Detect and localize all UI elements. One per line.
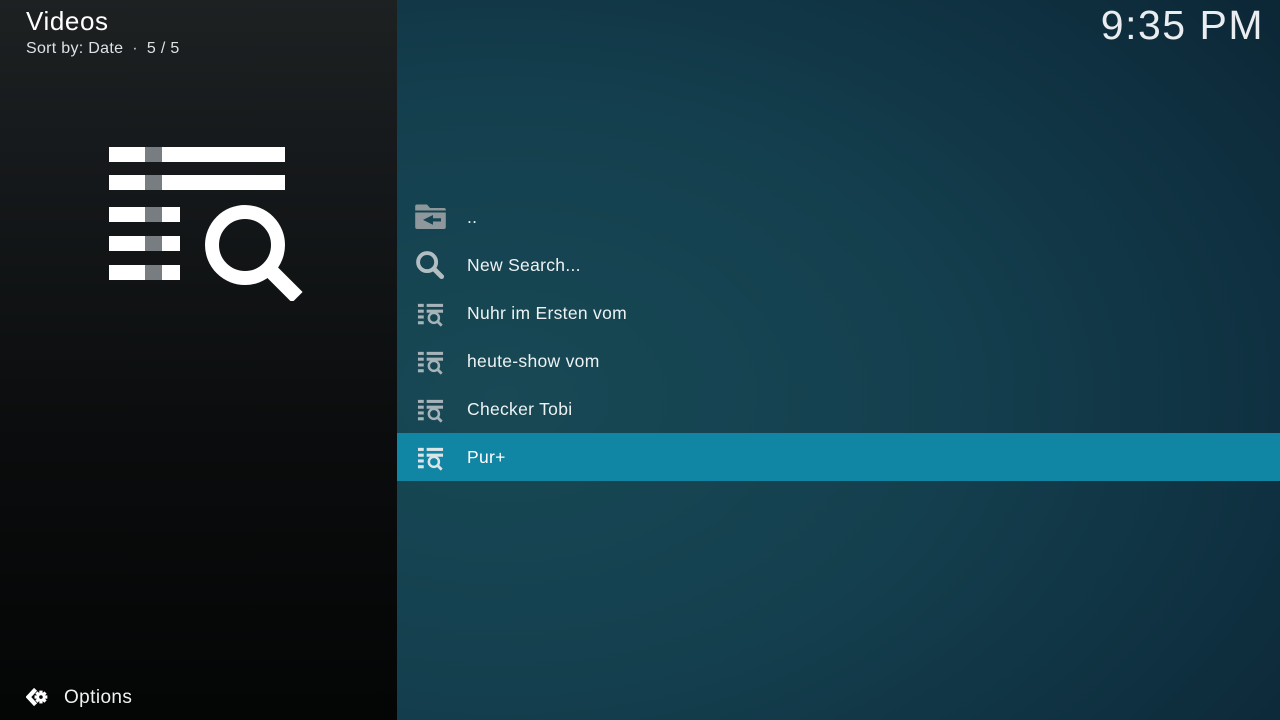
list-item-label: Nuhr im Ersten vom	[467, 303, 627, 324]
search-history-icon	[414, 393, 446, 425]
page-title: Videos	[26, 6, 180, 37]
clock: 9:35 PM	[1101, 2, 1264, 49]
list-item-parent-folder[interactable]: ..	[397, 193, 1280, 241]
folder-back-icon	[414, 201, 446, 233]
list-item-saved-search[interactable]: heute-show vom	[397, 337, 1280, 385]
options-label: Options	[64, 687, 132, 709]
file-list: .. New Search...	[397, 193, 1280, 481]
list-item-label: Checker Tobi	[467, 399, 572, 420]
list-item-label: New Search...	[467, 255, 581, 276]
item-count: 5 / 5	[147, 40, 180, 57]
search-icon	[414, 249, 446, 281]
list-search-artwork-icon	[108, 145, 304, 306]
content-panel: 9:35 PM .. New Search..	[397, 0, 1280, 720]
list-item-label: heute-show vom	[467, 351, 600, 372]
list-item-saved-search[interactable]: Checker Tobi	[397, 385, 1280, 433]
sidebar-panel: Videos Sort by: Date · 5 / 5	[0, 0, 397, 720]
page-header: Videos Sort by: Date · 5 / 5	[26, 6, 180, 58]
separator-dot: ·	[132, 40, 138, 57]
list-item-new-search[interactable]: New Search...	[397, 241, 1280, 289]
list-item-saved-search[interactable]: Pur+	[397, 433, 1280, 481]
list-item-label: Pur+	[467, 447, 506, 468]
list-item-label: ..	[467, 207, 477, 228]
kodi-screen: 9:35 PM .. New Search..	[0, 0, 1280, 720]
sort-status: Sort by: Date · 5 / 5	[26, 40, 180, 58]
sort-by-label: Sort by: Date	[26, 40, 123, 57]
list-item-saved-search[interactable]: Nuhr im Ersten vom	[397, 289, 1280, 337]
options-button[interactable]: Options	[26, 686, 132, 709]
search-history-icon	[414, 441, 446, 473]
search-history-icon	[414, 345, 446, 377]
search-history-icon	[414, 297, 446, 329]
options-gear-icon	[26, 686, 49, 709]
